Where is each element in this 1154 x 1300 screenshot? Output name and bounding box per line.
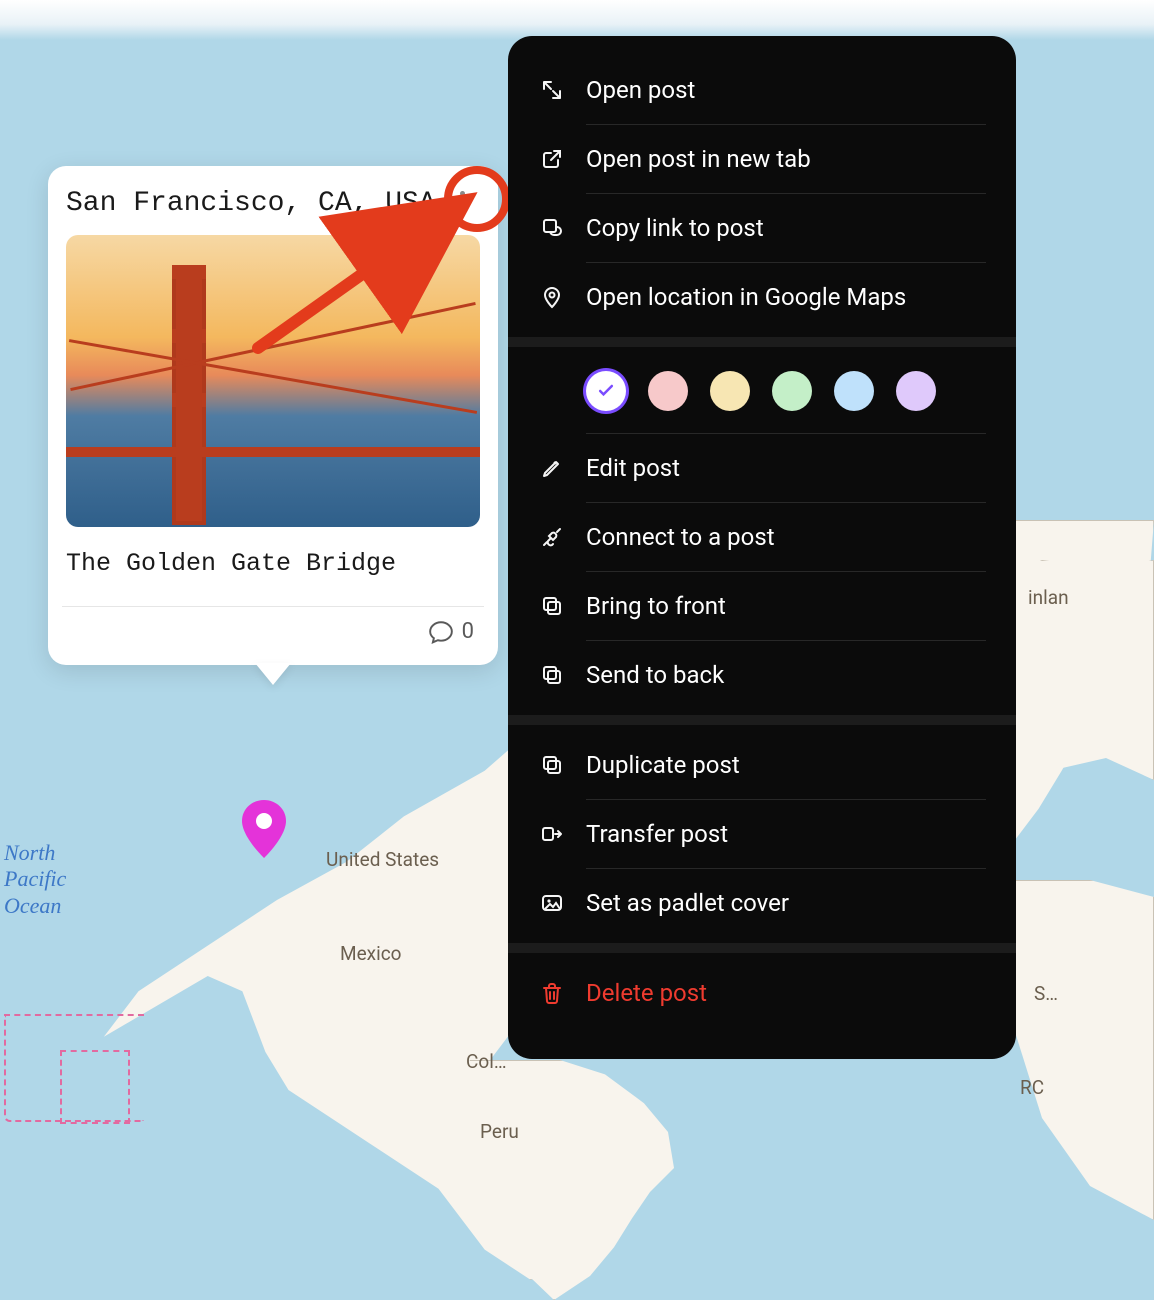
menu-group-divider [508,715,1016,725]
menu-group-divider [508,337,1016,347]
card-footer: 0 [66,607,480,655]
menu-label: Edit post [586,454,986,482]
card-pointer-tail [255,663,291,685]
transfer-icon [538,820,566,848]
plug-icon [538,523,566,551]
comment-icon[interactable] [428,619,454,645]
post-caption: The Golden Gate Bridge [66,549,480,578]
landmass-south-america [440,1060,740,1300]
maritime-boundary [60,1050,130,1124]
menu-connect-post[interactable]: Connect to a post [508,503,1016,571]
map-pin[interactable] [242,800,286,858]
comment-count: 0 [462,619,474,644]
color-swatch-yellow[interactable] [710,371,750,411]
link-icon [538,214,566,242]
menu-label: Set as padlet cover [586,889,986,917]
menu-label: Bring to front [586,592,986,620]
pencil-icon [538,454,566,482]
menu-transfer-post[interactable]: Transfer post [508,800,1016,868]
menu-open-post[interactable]: Open post [508,56,1016,124]
menu-label: Transfer post [586,820,986,848]
menu-bring-to-front[interactable]: Bring to front [508,572,1016,640]
region-label-inland: inlan [1028,586,1069,609]
region-label-sc: S… [1034,982,1058,1005]
annotation-circle [444,166,510,232]
menu-label: Delete post [586,979,986,1007]
menu-label: Open post [586,76,986,104]
color-swatch-green[interactable] [772,371,812,411]
menu-label: Open location in Google Maps [586,283,986,311]
trash-icon [538,979,566,1007]
menu-group-divider [508,943,1016,953]
country-label-usa: United States [326,848,439,871]
color-swatch-blue[interactable] [834,371,874,411]
menu-duplicate-post[interactable]: Duplicate post [508,731,1016,799]
color-swatch-purple[interactable] [896,371,936,411]
menu-edit-post[interactable]: Edit post [508,434,1016,502]
menu-send-to-back[interactable]: Send to back [508,641,1016,709]
ocean-label: North Pacific Ocean [4,840,66,919]
menu-open-google-maps[interactable]: Open location in Google Maps [508,263,1016,331]
send-back-icon [538,661,566,689]
menu-label: Copy link to post [586,214,986,242]
color-swatch-pink[interactable] [648,371,688,411]
color-swatches-row [508,353,1016,433]
landmass-africa [994,880,1154,1220]
menu-copy-link[interactable]: Copy link to post [508,194,1016,262]
country-label-peru: Peru [480,1120,519,1143]
menu-set-cover[interactable]: Set as padlet cover [508,869,1016,937]
country-label-colombia: Col… [466,1050,507,1073]
menu-label: Send to back [586,661,986,689]
post-title: San Francisco, CA, USA [66,184,480,225]
menu-open-new-tab[interactable]: Open post in new tab [508,125,1016,193]
post-context-menu: Open post Open post in new tab Copy link… [508,36,1016,1059]
menu-label: Open post in new tab [586,145,986,173]
post-card[interactable]: San Francisco, CA, USA The Golden Gate B… [48,166,498,665]
expand-icon [538,76,566,104]
location-pin-icon [538,283,566,311]
menu-delete-post[interactable]: Delete post [508,959,1016,1027]
post-image[interactable] [66,235,480,527]
bring-front-icon [538,592,566,620]
duplicate-icon [538,751,566,779]
pin-icon [242,800,286,858]
image-icon [538,889,566,917]
menu-label: Connect to a post [586,523,986,551]
country-label-mexico: Mexico [340,942,402,965]
check-icon [596,381,616,401]
color-swatch-white[interactable] [586,371,626,411]
region-label-rc: RC [1020,1076,1044,1099]
arctic-band [0,0,1154,40]
external-link-icon [538,145,566,173]
menu-label: Duplicate post [586,751,986,779]
